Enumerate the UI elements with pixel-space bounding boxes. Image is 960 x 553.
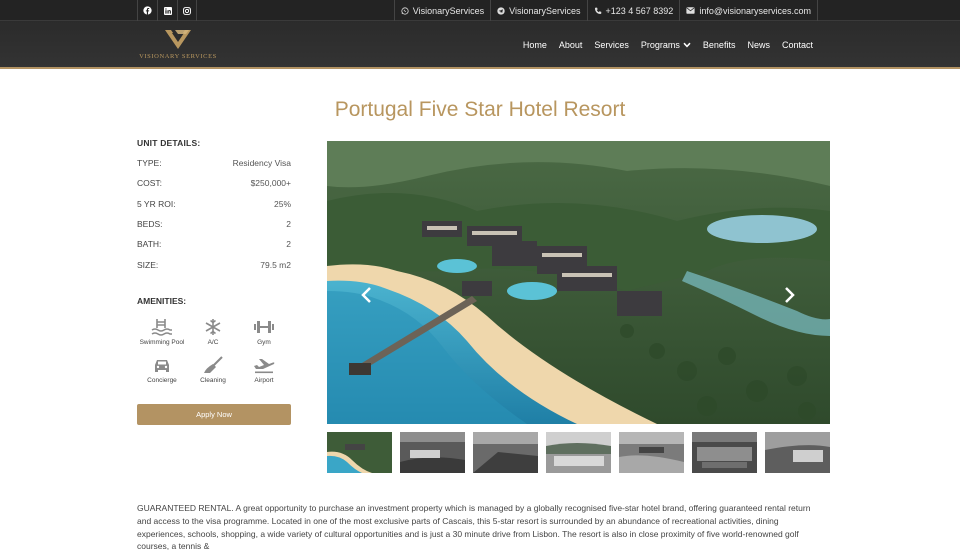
top-bar: VisionaryServices VisionaryServices +123… (0, 0, 960, 21)
telegram-icon (497, 6, 505, 15)
detail-label: COST: (137, 178, 163, 188)
gallery-thumbnail[interactable] (692, 432, 757, 473)
detail-label: BATH: (137, 239, 162, 249)
instagram-icon (183, 6, 191, 15)
phone-icon (594, 7, 601, 14)
telegram-link[interactable]: VisionaryServices (490, 0, 586, 21)
chevron-down-icon (683, 42, 691, 48)
site-header: VISIONARY SERVICES Home About Services P… (0, 21, 960, 69)
resort-aerial-photo (327, 141, 830, 424)
amenity-label: Concierge (147, 377, 177, 384)
logo[interactable]: VISIONARY SERVICES (137, 29, 219, 63)
gallery-thumbnails (327, 432, 830, 473)
thumbnail-image (692, 432, 757, 473)
nav-news[interactable]: News (741, 40, 776, 50)
gallery-prev-arrow[interactable] (358, 285, 376, 305)
detail-value: Residency Visa (232, 158, 291, 168)
detail-value: 25% (273, 199, 291, 209)
property-description: GUARANTEED RENTAL. A great opportunity t… (137, 503, 811, 552)
nav-news-label: News (747, 40, 770, 50)
email-link[interactable]: info@visionaryservices.com (679, 0, 818, 21)
snowflake-icon (205, 319, 221, 335)
car-icon (155, 360, 169, 372)
detail-label: 5 YR ROI: (137, 199, 176, 209)
nav-services[interactable]: Services (588, 40, 635, 50)
nav-about-label: About (558, 40, 583, 50)
amenity-label: Gym (257, 339, 271, 346)
nav-programs[interactable]: Programs (635, 40, 697, 50)
facebook-link[interactable] (137, 0, 157, 21)
nav-services-label: Services (594, 40, 629, 50)
gallery-thumbnail[interactable] (619, 432, 684, 473)
nav-home-label: Home (522, 40, 547, 50)
whatsapp-icon (401, 6, 409, 15)
amenities-heading: AMENITIES: (137, 296, 187, 306)
whatsapp-link[interactable]: VisionaryServices (393, 0, 490, 21)
apply-now-button[interactable]: Apply Now (137, 404, 291, 425)
telegram-label: VisionaryServices (509, 5, 581, 16)
nav-benefits-label: Benefits (702, 40, 736, 50)
email-address: info@visionaryservices.com (699, 5, 811, 16)
nav-benefits[interactable]: Benefits (697, 40, 742, 50)
unit-details-heading: UNIT DETAILS: (137, 138, 201, 148)
main-nav: Home About Services Programs Benefits Ne… (517, 21, 819, 69)
detail-value: 2 (286, 239, 291, 249)
gallery-thumbnail[interactable] (765, 432, 830, 473)
thumbnail-image (619, 432, 684, 473)
nav-about[interactable]: About (553, 40, 589, 50)
contact-links: VisionaryServices VisionaryServices +123… (393, 0, 818, 21)
detail-label: TYPE: (137, 158, 162, 168)
amenity-label: Airport (254, 377, 274, 384)
detail-label: SIZE: (137, 260, 159, 270)
amenity-label: A/C (207, 339, 219, 346)
dumbbell-icon (254, 321, 274, 333)
logo-mark-icon (165, 30, 191, 49)
social-links (137, 0, 197, 21)
facebook-icon (143, 6, 152, 15)
whatsapp-label: VisionaryServices (412, 5, 485, 16)
broom-icon (204, 356, 223, 373)
thumbnail-image (765, 432, 830, 473)
detail-value: 79.5 m2 (260, 260, 291, 270)
gallery-main-image[interactable] (327, 141, 830, 424)
linkedin-icon (163, 6, 172, 15)
thumbnail-image (400, 432, 465, 473)
amenity-swimming-pool: Swimming Pool (136, 318, 188, 346)
page-title: Portugal Five Star Hotel Resort (334, 98, 626, 121)
thumbnail-image (473, 432, 538, 473)
amenity-cleaning: Cleaning (187, 356, 239, 384)
linkedin-link[interactable] (157, 0, 177, 21)
nav-contact[interactable]: Contact (776, 40, 819, 50)
phone-link[interactable]: +123 4 567 8392 (586, 0, 680, 21)
unit-details: UNIT DETAILS: TYPE: Residency Visa COST:… (137, 138, 291, 270)
instagram-link[interactable] (177, 0, 197, 21)
amenity-label: Cleaning (200, 377, 226, 384)
plane-icon (254, 359, 275, 374)
detail-label: BEDS: (137, 219, 163, 229)
nav-home[interactable]: Home (517, 40, 553, 50)
amenity-label: Swimming Pool (139, 339, 185, 346)
thumbnail-image (546, 432, 611, 473)
detail-value: $250,000+ (250, 178, 291, 188)
amenity-ac: A/C (187, 318, 239, 346)
phone-number: +123 4 567 8392 (605, 5, 674, 16)
swimming-pool-icon (151, 319, 172, 336)
detail-value: 2 (286, 219, 291, 229)
amenity-gym: Gym (238, 318, 290, 346)
gallery-thumbnail[interactable] (546, 432, 611, 473)
nav-programs-label: Programs (640, 40, 680, 50)
nav-contact-label: Contact (781, 40, 813, 50)
envelope-icon (686, 7, 695, 14)
amenity-airport: Airport (238, 356, 290, 384)
gallery-thumbnail[interactable] (473, 432, 538, 473)
amenity-concierge: Concierge (136, 356, 188, 384)
thumbnail-image (327, 432, 392, 473)
gallery-thumbnail[interactable] (400, 432, 465, 473)
logo-text: VISIONARY SERVICES (139, 53, 217, 60)
gallery-next-arrow[interactable] (780, 285, 798, 305)
gallery-thumbnail[interactable] (327, 432, 392, 473)
